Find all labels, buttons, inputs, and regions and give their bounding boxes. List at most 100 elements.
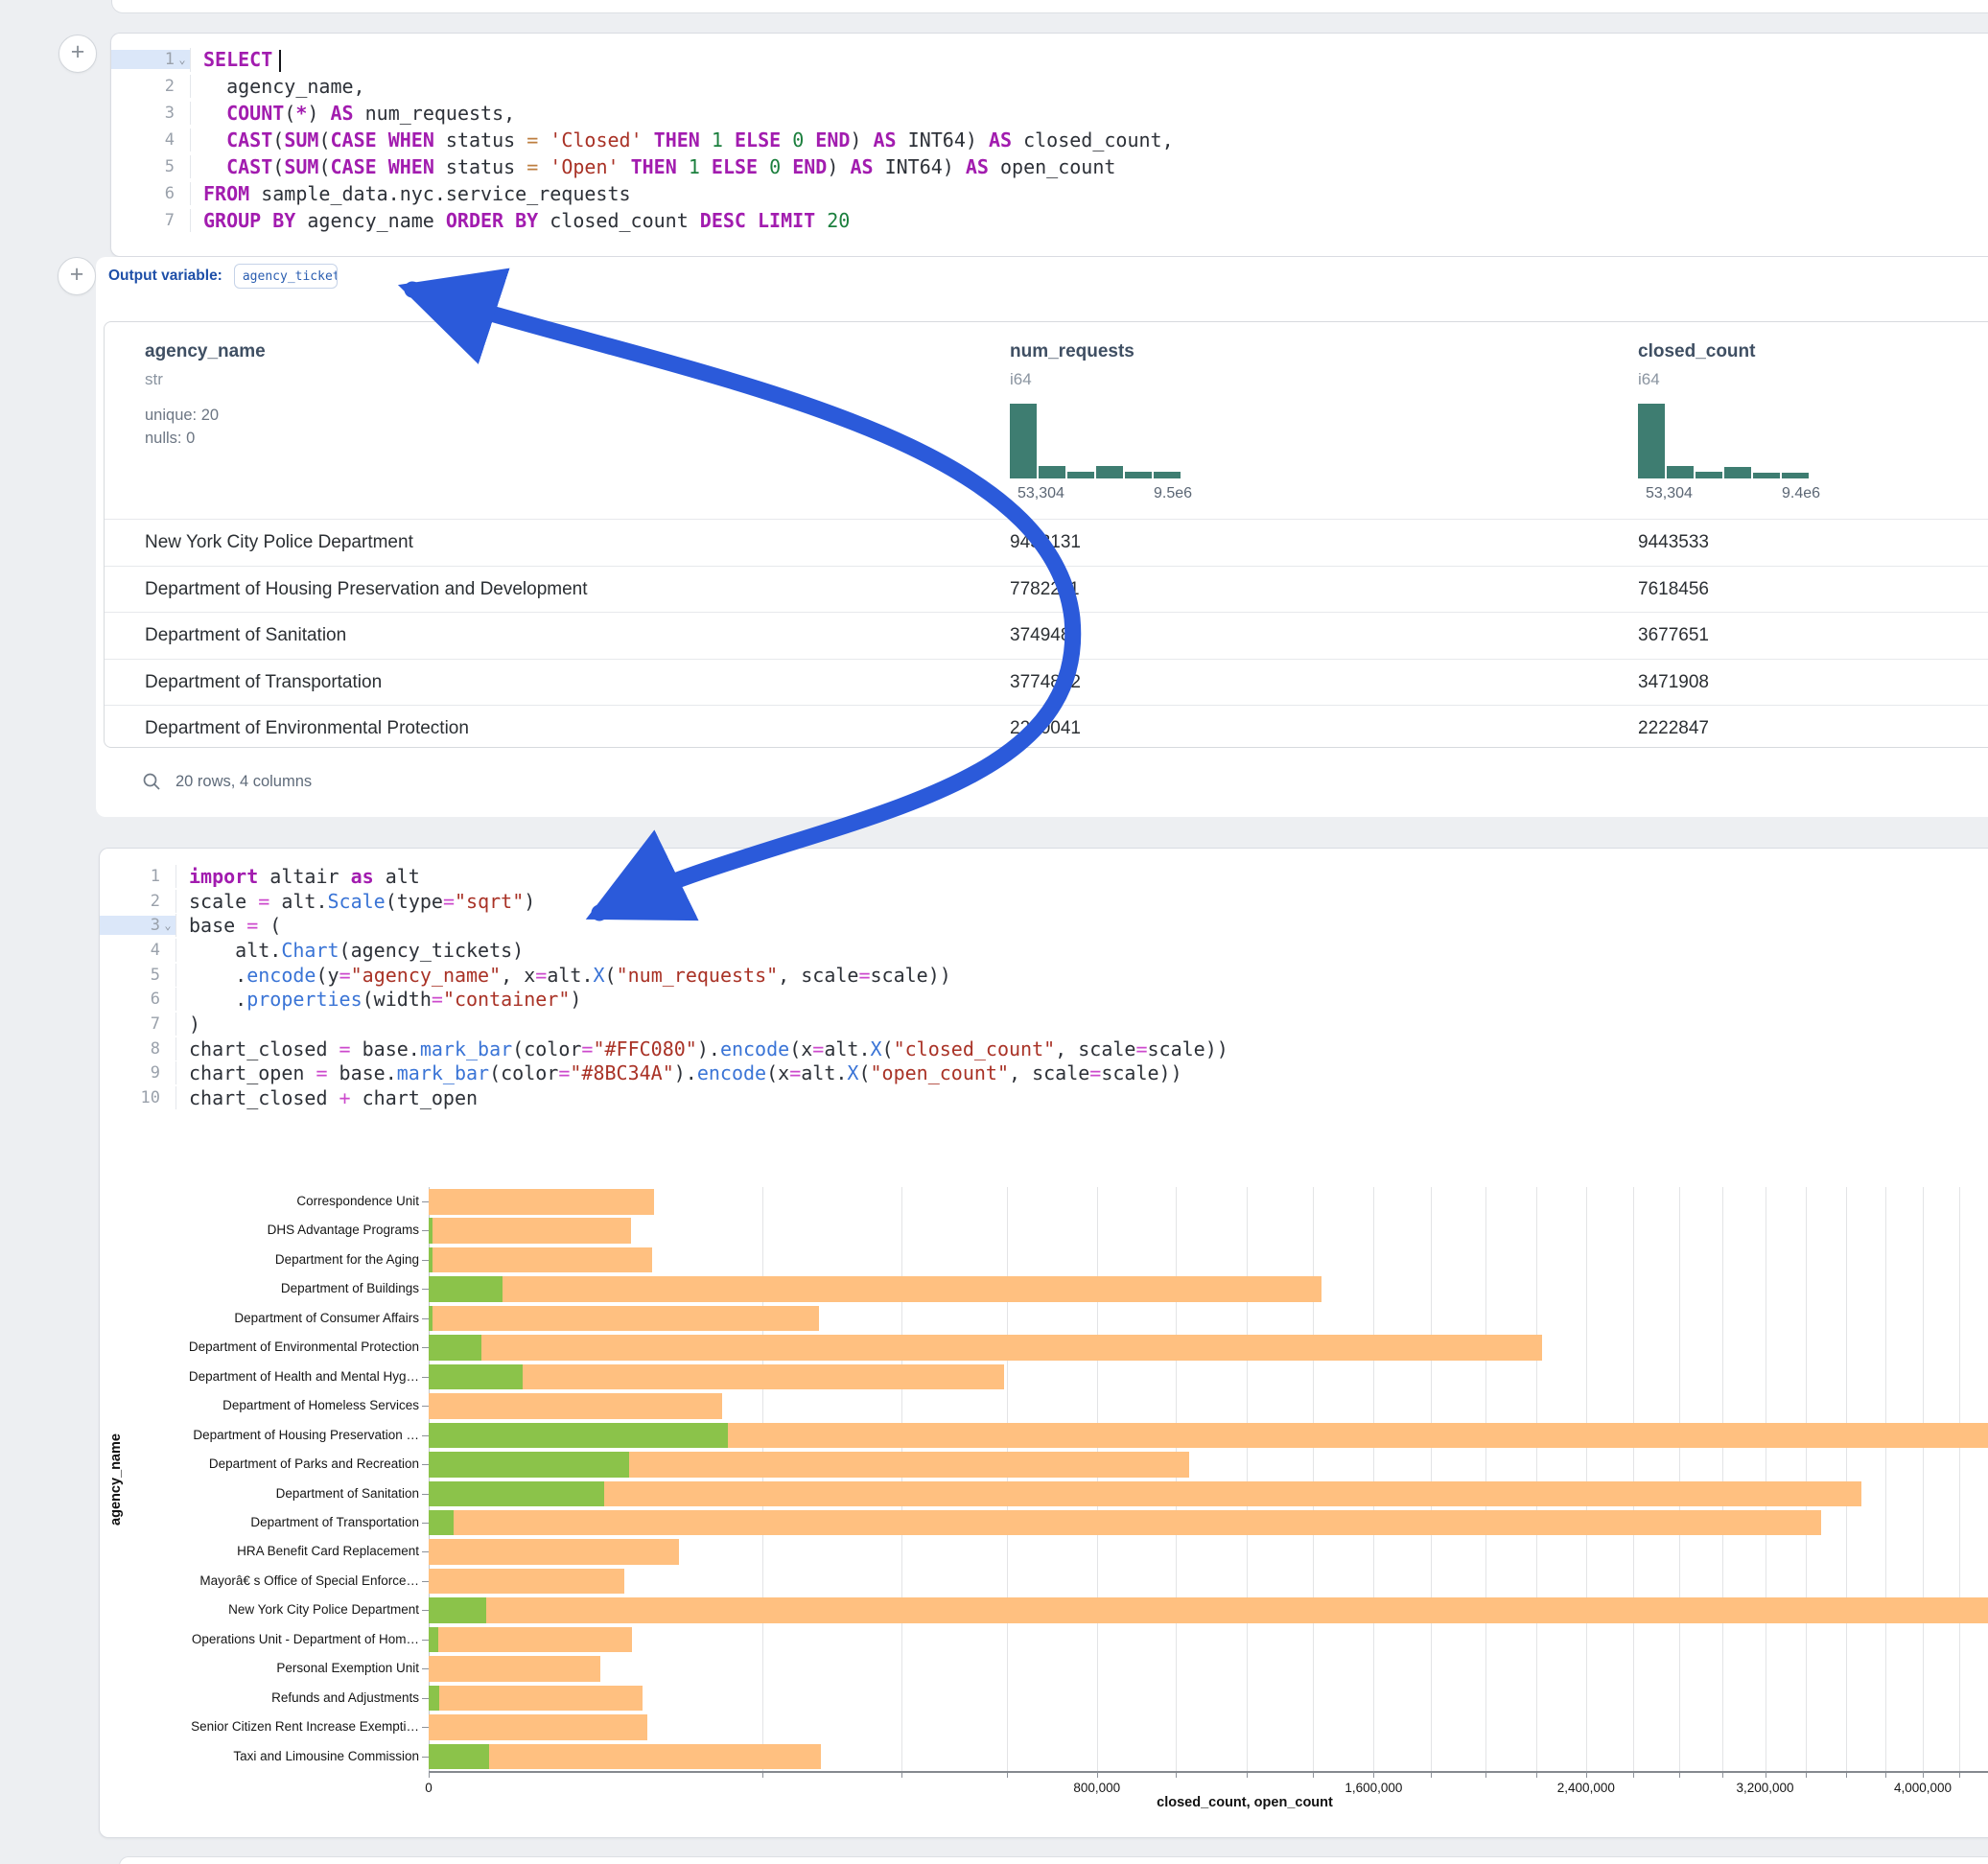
histogram-bar <box>1096 466 1123 478</box>
code-line[interactable]: 7GROUP BY agency_name ORDER BY closed_co… <box>111 207 1988 234</box>
table-row[interactable]: Department of Transportation377489234719… <box>105 659 1988 706</box>
table-cell: 7618456 <box>1638 567 1709 613</box>
table-cell: 2222847 <box>1638 706 1709 752</box>
line-number: 7 <box>151 1014 160 1034</box>
table-row[interactable]: Department of Environmental Protection 22… <box>105 705 1988 752</box>
fold-chevron-icon[interactable]: ⌄ <box>175 53 190 66</box>
histogram-min-label: 53,304 <box>1646 485 1693 502</box>
table-footer: 20 rows, 4 columns <box>142 767 312 796</box>
dataframe-preview-table: agency_namestrunique: 20nulls: 0num_requ… <box>104 321 1988 748</box>
code-text: agency_name, <box>190 75 1988 98</box>
code-line[interactable]: 1⌄SELECT <box>111 46 1988 73</box>
code-line[interactable]: 7) <box>100 1012 1988 1037</box>
code-text: CAST(SUM(CASE WHEN status = 'Open' THEN … <box>190 155 1988 178</box>
line-number: 3 <box>165 104 175 123</box>
notebook-viewport: 1⌄SELECT2 agency_name,3 COUNT(*) AS num_… <box>0 0 1988 1864</box>
column-meta: unique: 20 <box>145 407 219 425</box>
sql-code-editor[interactable]: 1⌄SELECT2 agency_name,3 COUNT(*) AS num_… <box>111 46 1988 234</box>
table-row[interactable]: New York City Police Department945313194… <box>105 519 1988 566</box>
sql-cell-card: 1⌄SELECT2 agency_name,3 COUNT(*) AS num_… <box>110 33 1988 257</box>
line-number: 5 <box>151 966 160 985</box>
code-text: FROM sample_data.nyc.service_requests <box>190 182 1988 205</box>
code-line[interactable]: 3 COUNT(*) AS num_requests, <box>111 100 1988 127</box>
table-cell: 3677651 <box>1638 613 1709 659</box>
line-number: 1 <box>151 867 160 886</box>
column-histogram <box>1638 404 1809 478</box>
histogram-bar <box>1039 466 1065 478</box>
code-line[interactable]: 2 agency_name, <box>111 73 1988 100</box>
table-cell: 9453131 <box>1010 520 1081 566</box>
column-type: i64 <box>1638 370 1660 389</box>
code-text: scale = alt.Scale(type="sqrt") <box>175 890 1988 913</box>
add-cell-button-output[interactable]: + <box>58 257 96 295</box>
column-histogram <box>1010 404 1181 478</box>
python-code-editor[interactable]: 1 import altair as alt 2 scale = alt.Scale(… <box>100 864 1988 1110</box>
code-line[interactable]: 5 CAST(SUM(CASE WHEN status = 'Open' THE… <box>111 153 1988 180</box>
histogram-min-label: 53,304 <box>1017 485 1064 502</box>
search-icon[interactable] <box>142 772 162 792</box>
table-cell: 9443533 <box>1638 520 1709 566</box>
line-number: 1 <box>165 50 175 69</box>
code-text: .encode(y="agency_name", x=alt.X("num_re… <box>175 964 1988 987</box>
code-line[interactable]: 6 FROM sample_data.nyc.service_requests <box>111 180 1988 207</box>
code-line[interactable]: 1 import altair as alt <box>100 864 1988 889</box>
line-number: 9 <box>151 1063 160 1083</box>
code-text: chart_closed + chart_open <box>175 1086 1988 1109</box>
table-cell: 3749485 <box>1010 613 1081 659</box>
table-body: New York City Police Department945313194… <box>105 519 1988 752</box>
histogram-bar <box>1724 467 1751 478</box>
table-row[interactable]: Department of Housing Preservation and D… <box>105 566 1988 613</box>
code-line[interactable]: 9 chart_open = base.mark_bar(color="#8BC3… <box>100 1061 1988 1086</box>
line-number: 8 <box>151 1039 160 1059</box>
column-header[interactable]: closed_count <box>1638 341 1755 362</box>
table-cell: 3774892 <box>1010 660 1081 706</box>
column-header[interactable]: num_requests <box>1010 341 1134 362</box>
python-cell-card: 1 import altair as alt 2 scale = alt.Scale(… <box>99 848 1988 1838</box>
code-text: SELECT <box>190 48 1988 72</box>
table-cell: 2240041 <box>1010 706 1081 752</box>
output-variable-label: Output variable: <box>108 268 222 285</box>
line-number: 4 <box>165 130 175 150</box>
output-variable-pill[interactable]: agency_tickets <box>234 264 338 289</box>
column-type: str <box>145 370 163 389</box>
line-number: 2 <box>151 892 160 911</box>
table-header: agency_namestrunique: 20nulls: 0num_requ… <box>105 322 1988 519</box>
table-cell: 7782211 <box>1010 567 1080 613</box>
histogram-bar <box>1782 473 1809 478</box>
line-number: 5 <box>165 157 175 176</box>
code-text: import altair as alt <box>175 865 1988 888</box>
add-cell-button-top[interactable]: + <box>58 35 97 73</box>
code-text: .properties(width="container") <box>175 988 1988 1011</box>
line-number: 6 <box>165 184 175 203</box>
histogram-bar <box>1125 472 1152 478</box>
histogram-bar <box>1696 472 1722 478</box>
code-text: chart_closed = base.mark_bar(color="#FFC… <box>175 1037 1988 1060</box>
code-line[interactable]: 6 .properties(width="container") <box>100 987 1988 1012</box>
next-cell-edge <box>119 1856 1988 1864</box>
output-variable-row: Output variable: agency_tickets <box>108 261 338 291</box>
code-line[interactable]: 5 .encode(y="agency_name", x=alt.X("num_… <box>100 963 1988 988</box>
histogram-bar <box>1638 404 1665 478</box>
fold-chevron-icon[interactable]: ⌄ <box>160 919 175 932</box>
code-text: chart_open = base.mark_bar(color="#8BC34… <box>175 1061 1988 1084</box>
code-line[interactable]: 2 scale = alt.Scale(type="sqrt") <box>100 889 1988 914</box>
code-line[interactable]: 10 chart_closed + chart_open <box>100 1085 1988 1110</box>
code-line[interactable]: 8 chart_closed = base.mark_bar(color="#FF… <box>100 1037 1988 1061</box>
code-text: ) <box>175 1013 1988 1036</box>
histogram-max-label: 9.5e6 <box>1154 485 1192 502</box>
code-line[interactable]: 3⌄base = ( <box>100 913 1988 938</box>
code-line[interactable]: 4 CAST(SUM(CASE WHEN status = 'Closed' T… <box>111 127 1988 153</box>
text-cursor <box>279 50 281 72</box>
table-cell: Department of Transportation <box>145 660 382 706</box>
histogram-bar <box>1010 404 1037 478</box>
code-text: CAST(SUM(CASE WHEN status = 'Closed' THE… <box>190 128 1988 151</box>
table-cell: Department of Environmental Protection <box>145 706 469 752</box>
code-line[interactable]: 4 alt.Chart(agency_tickets) <box>100 938 1988 963</box>
code-text: alt.Chart(agency_tickets) <box>175 939 1988 962</box>
histogram-bar <box>1154 472 1181 478</box>
table-row[interactable]: Department of Sanitation37494853677651 <box>105 612 1988 659</box>
column-type: i64 <box>1010 370 1032 389</box>
line-number: 10 <box>141 1088 160 1107</box>
code-text: COUNT(*) AS num_requests, <box>190 102 1988 125</box>
column-header[interactable]: agency_name <box>145 341 266 362</box>
